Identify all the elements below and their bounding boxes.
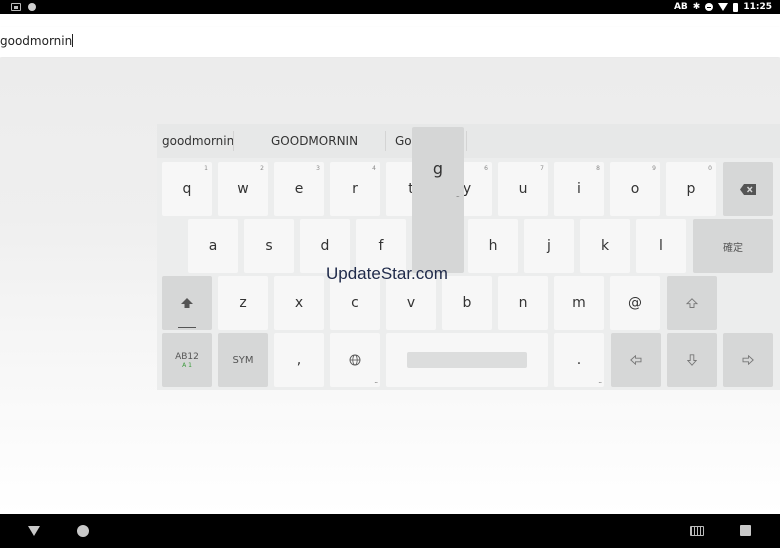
- app-notification-icon: [28, 3, 36, 11]
- candidate-item[interactable]: Go: [395, 124, 412, 158]
- mode-switch-key[interactable]: AB12 A 1: [162, 333, 212, 387]
- home-icon[interactable]: [77, 525, 89, 537]
- bluetooth-icon: ✱: [692, 2, 701, 12]
- cursor-left-key[interactable]: [611, 333, 661, 387]
- arrow-down-icon: [687, 354, 697, 366]
- key-u[interactable]: u7: [498, 162, 548, 216]
- text-input-value: goodmornin: [0, 34, 73, 48]
- key-preview-char: g: [432, 159, 444, 178]
- language-key[interactable]: ...: [330, 333, 380, 387]
- key-k[interactable]: k: [580, 219, 630, 273]
- battery-icon: [733, 2, 739, 12]
- candidate-item[interactable]: goodmornin: [162, 124, 234, 158]
- candidate-divider: [233, 131, 234, 151]
- candidate-item[interactable]: GOODMORNIN: [271, 124, 358, 158]
- text-input-field[interactable]: goodmornin: [0, 27, 780, 57]
- key-m[interactable]: m: [554, 276, 604, 330]
- key-p[interactable]: p0: [666, 162, 716, 216]
- space-bar-indicator: [407, 352, 527, 368]
- software-keyboard: goodmornin GOODMORNIN Go q1 w2 e3 r4 t5 …: [157, 124, 780, 390]
- key-n[interactable]: n: [498, 276, 548, 330]
- key-j[interactable]: j: [524, 219, 574, 273]
- key-b[interactable]: b: [442, 276, 492, 330]
- long-press-hint: ...: [598, 378, 602, 385]
- key-period[interactable]: ....: [554, 333, 604, 387]
- confirm-key[interactable]: 確定: [693, 219, 773, 273]
- key-o[interactable]: o9: [610, 162, 660, 216]
- key-v[interactable]: v: [386, 276, 436, 330]
- key-h[interactable]: h: [468, 219, 518, 273]
- image-notification-icon: [11, 3, 21, 11]
- keyboard-switch-icon[interactable]: [690, 526, 704, 536]
- wifi-icon: [718, 3, 729, 11]
- candidate-divider: [385, 131, 386, 151]
- backspace-icon: [740, 183, 756, 195]
- candidate-bar: goodmornin GOODMORNIN Go: [157, 124, 780, 158]
- key-l[interactable]: l: [636, 219, 686, 273]
- key-q[interactable]: q1: [162, 162, 212, 216]
- key-preview-popup: g ...: [412, 127, 464, 273]
- shift-key[interactable]: [162, 276, 212, 330]
- key-c[interactable]: c: [330, 276, 380, 330]
- globe-icon: [349, 354, 361, 366]
- key-x[interactable]: x: [274, 276, 324, 330]
- do-not-disturb-icon: [705, 3, 714, 11]
- key-s[interactable]: s: [244, 219, 294, 273]
- status-icons: AB ✱ 11:25: [674, 0, 772, 14]
- input-mode-indicator: AB: [673, 2, 688, 12]
- cursor-right-key[interactable]: [723, 333, 773, 387]
- long-press-hint: ...: [456, 192, 460, 199]
- key-e[interactable]: e3: [274, 162, 324, 216]
- cursor-down-key[interactable]: [667, 333, 717, 387]
- arrow-left-icon: [630, 355, 642, 365]
- navigation-bar: [0, 514, 780, 548]
- text-cursor: [72, 34, 74, 47]
- status-bar: AB ✱ 11:25: [0, 0, 780, 14]
- key-i[interactable]: i8: [554, 162, 604, 216]
- key-z[interactable]: z: [218, 276, 268, 330]
- key-comma[interactable]: ,: [274, 333, 324, 387]
- long-press-hint: ...: [374, 378, 378, 385]
- backspace-key[interactable]: [723, 162, 773, 216]
- recent-apps-icon[interactable]: [740, 525, 751, 536]
- shift-icon: [181, 298, 193, 308]
- arrow-right-icon: [742, 355, 754, 365]
- space-key[interactable]: [386, 333, 548, 387]
- key-r[interactable]: r4: [330, 162, 380, 216]
- back-icon[interactable]: [28, 526, 40, 536]
- key-a[interactable]: a: [188, 219, 238, 273]
- key-at[interactable]: @: [610, 276, 660, 330]
- shift-active-underline: [178, 327, 196, 328]
- key-w[interactable]: w2: [218, 162, 268, 216]
- clock: 11:25: [743, 2, 772, 12]
- shift-key-right[interactable]: [667, 276, 717, 330]
- watermark: UpdateStar.com: [326, 264, 448, 283]
- candidate-divider: [466, 131, 467, 151]
- shift-outline-icon: [686, 298, 698, 308]
- sym-key[interactable]: SYM: [218, 333, 268, 387]
